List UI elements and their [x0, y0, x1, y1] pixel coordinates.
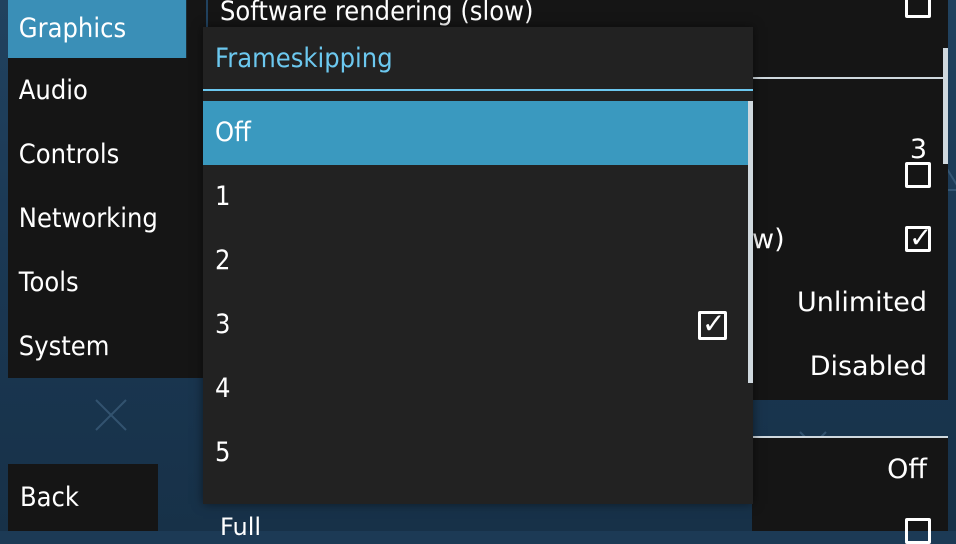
back-button[interactable]: Back: [8, 464, 158, 531]
sidebar-item-tools[interactable]: Tools: [8, 251, 186, 315]
dialog-title: Frameskipping: [215, 43, 393, 74]
option-label: 5: [215, 437, 231, 468]
off-value[interactable]: Off: [887, 454, 927, 485]
frameskip-value[interactable]: 3: [910, 134, 927, 165]
option-label: 3: [215, 309, 231, 340]
setting-label-partial: w): [752, 224, 785, 255]
option-5[interactable]: 5: [203, 421, 751, 485]
checkmark-icon: ✓: [909, 221, 933, 254]
software-rendering-checkbox[interactable]: [905, 0, 931, 18]
fps-limit-value[interactable]: Unlimited: [797, 287, 927, 318]
option-4[interactable]: 4: [203, 357, 751, 421]
sidebar-item-networking[interactable]: Networking: [8, 187, 186, 251]
option-3[interactable]: 3 ✓: [203, 293, 751, 357]
cross-icon: [95, 399, 127, 431]
section-divider-lower: [752, 436, 948, 438]
option-label: 1: [215, 181, 231, 212]
option-1[interactable]: 1: [203, 165, 751, 229]
sidebar-item-graphics[interactable]: Graphics: [8, 0, 187, 58]
frameskipping-dialog: Frameskipping Off 1 2 3 ✓ 4 5: [203, 27, 753, 504]
dialog-title-divider: [203, 89, 753, 91]
settings-panel-right-lower: Off: [752, 436, 948, 544]
sidebar-item-controls[interactable]: Controls: [8, 123, 186, 187]
sidebar-item-system[interactable]: System: [8, 315, 186, 379]
settings-panel-right: 3 w) ✓ Unlimited Disabled: [752, 40, 948, 400]
category-sidebar: Graphics Audio Controls Networking Tools…: [8, 0, 206, 378]
setting-label-software-rendering: Software rendering (slow): [220, 0, 534, 27]
option-2[interactable]: 2: [203, 229, 751, 293]
option-label: 4: [215, 373, 231, 404]
setting-label-bottom-partial: Full: [220, 513, 262, 541]
back-button-label: Back: [20, 482, 80, 513]
setting-checkbox-unchecked[interactable]: [905, 162, 931, 188]
dialog-scrollbar[interactable]: [748, 101, 753, 383]
option-label: Off: [215, 117, 251, 148]
sidebar-item-audio[interactable]: Audio: [8, 59, 186, 123]
option-label: 2: [215, 245, 231, 276]
option-off[interactable]: Off: [203, 101, 751, 165]
settings-scrollbar[interactable]: [943, 48, 948, 164]
disabled-value[interactable]: Disabled: [810, 351, 927, 382]
checkmark-icon: ✓: [702, 307, 726, 340]
section-divider: [752, 77, 948, 79]
setting-checkbox-bottom[interactable]: [905, 518, 931, 544]
setting-checkbox-checked[interactable]: ✓: [905, 221, 932, 254]
option-3-checkbox[interactable]: ✓: [698, 307, 727, 340]
